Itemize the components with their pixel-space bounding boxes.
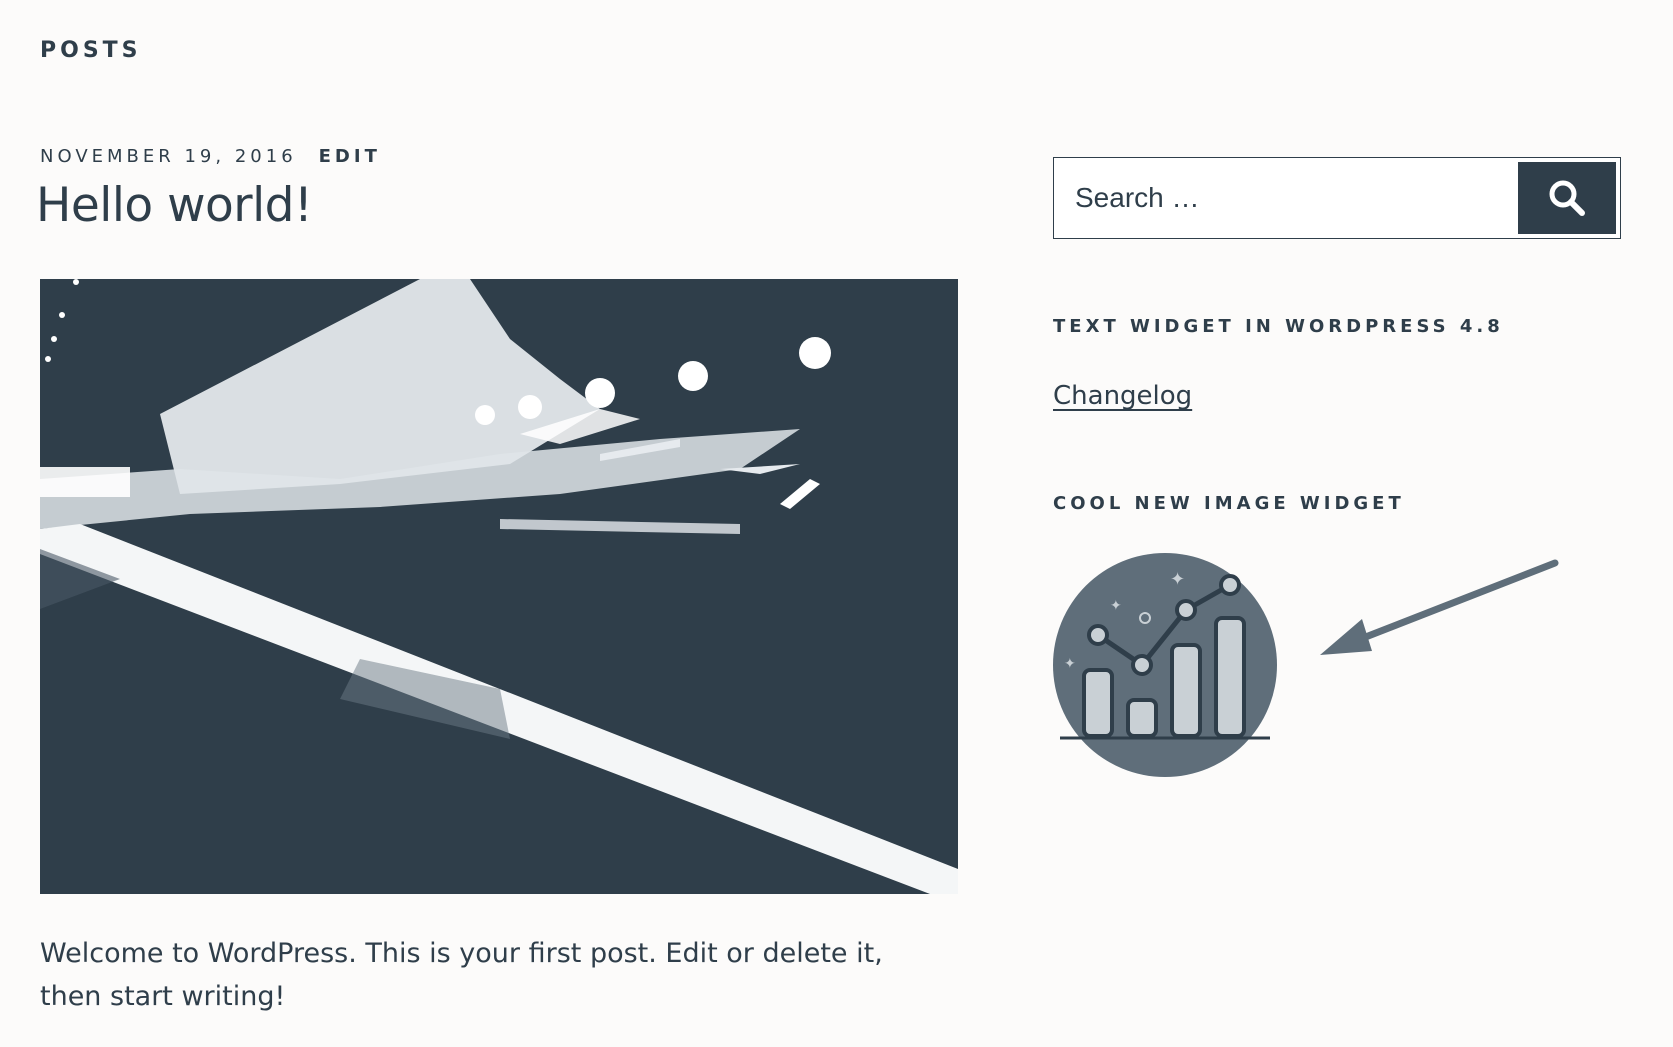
page: POSTS NOVEMBER 19, 2016 EDIT Hello world… — [0, 0, 1673, 1047]
post-meta: NOVEMBER 19, 2016 EDIT — [40, 146, 381, 167]
image-widget-title: COOL NEW IMAGE WIDGET — [1053, 493, 1405, 514]
featured-image[interactable] — [40, 279, 958, 894]
search-button[interactable] — [1518, 162, 1616, 234]
changelog-link[interactable]: Changelog — [1053, 381, 1192, 411]
post-date[interactable]: NOVEMBER 19, 2016 — [40, 146, 297, 167]
arrow-icon — [1320, 559, 1559, 655]
featured-image-graphic — [40, 279, 958, 894]
section-title: POSTS — [40, 38, 142, 63]
post-body: Welcome to WordPress. This is your first… — [40, 938, 883, 1012]
search-form — [1053, 157, 1621, 239]
edit-link[interactable]: EDIT — [319, 146, 381, 167]
search-input[interactable] — [1055, 159, 1515, 237]
search-icon — [1549, 180, 1585, 216]
post-title[interactable]: Hello world! — [36, 178, 313, 233]
svg-text:✦: ✦ — [1064, 656, 1076, 672]
svg-text:✦: ✦ — [1110, 598, 1122, 614]
text-widget-title: TEXT WIDGET IN WORDPRESS 4.8 — [1053, 316, 1504, 337]
bar-chart-icon[interactable]: ✦ ✦ ✦ — [1050, 550, 1280, 780]
svg-text:✦: ✦ — [1170, 569, 1185, 590]
